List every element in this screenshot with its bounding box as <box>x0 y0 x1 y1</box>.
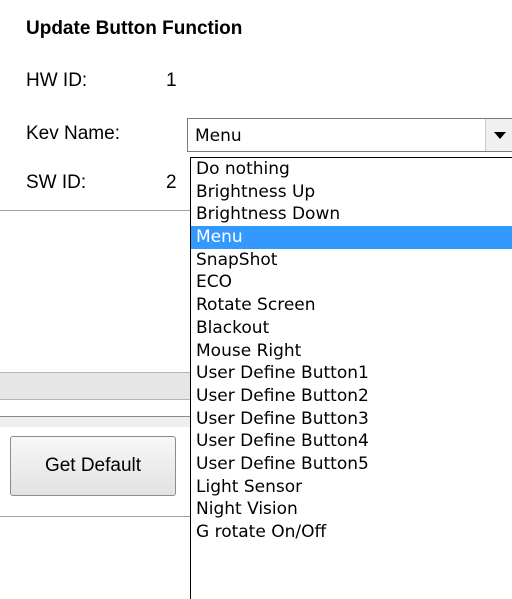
get-default-button[interactable]: Get Default <box>10 436 176 496</box>
sw-id-value: 2 <box>166 172 177 193</box>
dropdown-option[interactable]: Brightness Down <box>191 203 512 226</box>
hw-id-label: HW ID: <box>26 70 88 91</box>
dropdown-option[interactable]: Rotate Screen <box>191 294 512 317</box>
dropdown-option[interactable]: Mouse Right <box>191 340 512 363</box>
dropdown-option[interactable]: ECO <box>191 271 512 294</box>
dropdown-option[interactable]: Blackout <box>191 317 512 340</box>
dialog-title: Update Button Function <box>26 18 243 39</box>
key-name-select[interactable]: Menu <box>187 118 512 152</box>
key-name-dropdown-list[interactable]: Do nothing Brightness Up Brightness Down… <box>190 157 512 599</box>
dropdown-option[interactable]: User Define Button4 <box>191 430 512 453</box>
dropdown-option[interactable]: User Define Button3 <box>191 408 512 431</box>
dropdown-option[interactable]: Do nothing <box>191 158 512 181</box>
separator-band <box>0 417 190 427</box>
dropdown-option[interactable]: Brightness Up <box>191 181 512 204</box>
dropdown-option[interactable]: SnapShot <box>191 249 512 272</box>
chevron-down-icon <box>494 132 506 139</box>
divider <box>0 210 190 211</box>
dropdown-option[interactable]: G rotate On/Off <box>191 521 512 544</box>
key-name-label: Kev Name: <box>26 123 120 144</box>
key-name-selected-value: Menu <box>195 126 242 146</box>
hw-id-value: 1 <box>166 70 177 91</box>
dropdown-option-selected[interactable]: Menu <box>191 226 512 249</box>
dropdown-option[interactable]: Light Sensor <box>191 476 512 499</box>
sw-id-label: SW ID: <box>26 172 87 193</box>
dropdown-option[interactable]: Night Vision <box>191 498 512 521</box>
dropdown-option[interactable]: User Define Button2 <box>191 385 512 408</box>
separator-band <box>0 372 190 400</box>
dropdown-arrow-button[interactable] <box>485 119 512 151</box>
dropdown-option[interactable]: User Define Button1 <box>191 362 512 385</box>
dropdown-option[interactable]: User Define Button5 <box>191 453 512 476</box>
divider <box>0 516 190 517</box>
